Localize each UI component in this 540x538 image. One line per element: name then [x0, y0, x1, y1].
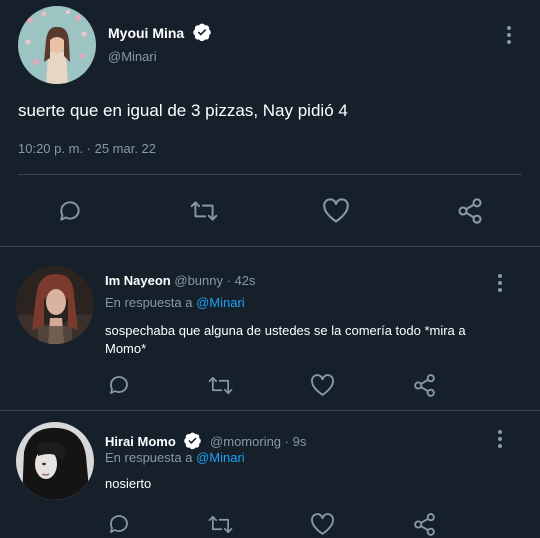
avatar-im-nayeon[interactable]	[16, 266, 94, 344]
author-handle: @Minari	[108, 49, 157, 64]
avatar-myoui-mina[interactable]	[18, 6, 96, 84]
reply-time: · 42s	[226, 273, 256, 288]
like-icon[interactable]	[309, 511, 335, 537]
share-icon[interactable]	[455, 196, 485, 226]
avatar-hirai-momo[interactable]	[16, 422, 94, 500]
reply-text-line: Momo*	[105, 341, 147, 356]
reply-prefix: En respuesta a	[105, 295, 193, 310]
reply-header: Hirai Momo @momoring · 9s	[105, 431, 306, 450]
reply-context: En respuesta a @Minari	[105, 295, 245, 310]
reply-icon[interactable]	[55, 196, 85, 226]
retweet-icon[interactable]	[206, 511, 234, 537]
share-icon[interactable]	[411, 372, 437, 398]
reply-header: Im Nayeon @bunny · 42s	[105, 273, 256, 288]
divider	[0, 246, 540, 247]
reply-time: · 9s	[284, 434, 307, 449]
retweet-icon[interactable]	[189, 196, 219, 226]
avatar-image	[16, 266, 94, 344]
reply-text: nosierto	[105, 476, 152, 491]
author-handle: @bunny	[174, 273, 223, 288]
author-handle: @momoring	[210, 434, 282, 449]
more-options-icon[interactable]	[506, 26, 512, 47]
reply-icon[interactable]	[106, 511, 132, 537]
author-name[interactable]: Myoui Mina	[108, 25, 184, 41]
reply-icon[interactable]	[106, 372, 132, 398]
reply-prefix: En respuesta a	[105, 450, 193, 465]
retweet-icon[interactable]	[206, 372, 234, 398]
reply-to-link[interactable]: @Minari	[196, 295, 245, 310]
verified-badge-icon	[193, 23, 211, 42]
reply-context: En respuesta a @Minari	[105, 450, 245, 465]
avatar-image	[16, 422, 94, 500]
main-author-name-row: Myoui Mina	[108, 22, 212, 42]
divider	[18, 174, 522, 175]
like-icon[interactable]	[321, 196, 351, 226]
reply-text: sospechaba que alguna de ustedes se la c…	[105, 322, 466, 358]
avatar-image	[18, 6, 96, 84]
share-icon[interactable]	[411, 511, 437, 537]
like-icon[interactable]	[309, 372, 335, 398]
tweet-text: suerte que en igual de 3 pizzas, Nay pid…	[18, 101, 348, 120]
more-options-icon[interactable]	[497, 430, 503, 451]
author-name[interactable]: Im Nayeon	[105, 273, 171, 288]
verified-badge-icon	[184, 432, 202, 450]
divider	[0, 410, 540, 411]
reply-to-link[interactable]: @Minari	[196, 450, 245, 465]
author-name[interactable]: Hirai Momo	[105, 434, 176, 449]
more-options-icon[interactable]	[497, 274, 503, 295]
tweet-timestamp[interactable]: 10:20 p. m. · 25 mar. 22	[18, 141, 156, 156]
reply-text-line: sospechaba que alguna de ustedes se la c…	[105, 323, 466, 338]
